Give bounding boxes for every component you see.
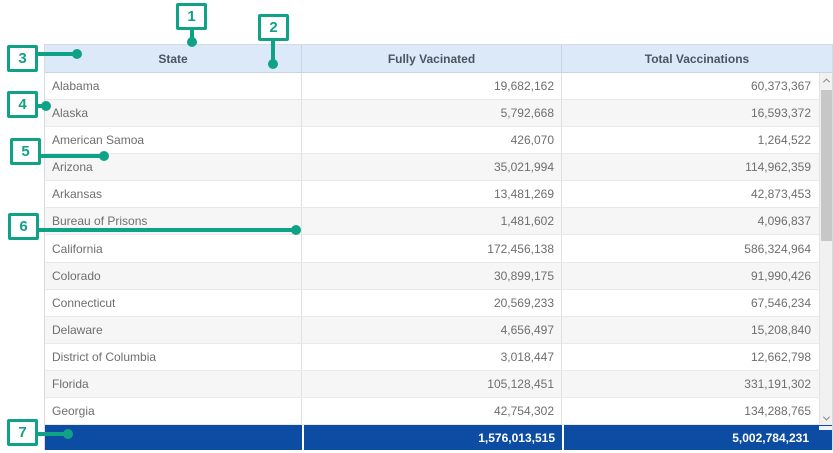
column-header-state[interactable]: State	[45, 45, 302, 72]
annotation-line-6	[38, 228, 294, 232]
chevron-up-icon	[823, 78, 830, 85]
column-header-fully-vacinated[interactable]: Fully Vacinated	[302, 45, 562, 72]
state-cell: Connecticut	[45, 290, 302, 316]
annotation-line-7	[38, 432, 66, 436]
totals-total-vaccinations-cell: 5,002,784,231	[562, 425, 832, 450]
table-row[interactable]: Alaska 5,792,668 16,593,372	[45, 100, 832, 127]
table-row[interactable]: California 172,456,138 586,324,964	[45, 235, 832, 262]
state-cell: Florida	[45, 371, 302, 397]
total-vaccinations-cell: 16,593,372	[562, 100, 820, 126]
total-vaccinations-cell: 1,264,522	[562, 127, 820, 153]
table-row[interactable]: Arkansas 13,481,269 42,873,453	[45, 181, 832, 208]
fully-vacinated-cell: 3,018,447	[302, 344, 562, 370]
fully-vacinated-cell: 13,481,269	[302, 181, 562, 207]
total-vaccinations-cell: 91,990,426	[562, 263, 820, 289]
state-cell: Arkansas	[45, 181, 302, 207]
fully-vacinated-cell: 1,481,602	[302, 208, 562, 234]
annotation-dot-7	[63, 429, 73, 439]
chevron-down-icon	[823, 413, 830, 420]
state-cell: Delaware	[45, 317, 302, 343]
table-row[interactable]: Colorado 30,899,175 91,990,426	[45, 263, 832, 290]
fully-vacinated-cell: 172,456,138	[302, 235, 562, 261]
annotation-dot-5	[99, 151, 109, 161]
totals-state-cell	[45, 425, 302, 450]
annotation-line-5	[40, 154, 102, 158]
annotation-callout-7: 7	[7, 419, 38, 446]
total-vaccinations-cell: 134,288,765	[562, 398, 820, 424]
total-vaccinations-cell: 586,324,964	[562, 235, 820, 261]
annotation-dot-1	[187, 37, 197, 47]
scrollbar-thumb[interactable]	[821, 90, 832, 241]
table-row[interactable]: Alabama 19,682,162 60,373,367	[45, 73, 832, 100]
annotation-dot-3	[72, 49, 82, 59]
total-vaccinations-cell: 12,662,798	[562, 344, 820, 370]
annotation-dot-4	[41, 101, 51, 111]
fully-vacinated-cell: 30,899,175	[302, 263, 562, 289]
table-header-row: State Fully Vacinated Total Vaccinations	[45, 45, 832, 73]
annotation-dot-2	[268, 59, 278, 69]
total-vaccinations-cell: 67,546,234	[562, 290, 820, 316]
fully-vacinated-cell: 19,682,162	[302, 73, 562, 99]
fully-vacinated-cell: 426,070	[302, 127, 562, 153]
scroll-down-button[interactable]	[820, 411, 833, 425]
fully-vacinated-cell: 4,656,497	[302, 317, 562, 343]
annotation-line-3	[37, 52, 77, 56]
annotation-callout-6: 6	[8, 213, 39, 240]
state-cell: District of Columbia	[45, 344, 302, 370]
total-vaccinations-cell: 15,208,840	[562, 317, 820, 343]
fully-vacinated-cell: 35,021,994	[302, 154, 562, 180]
state-cell: Alaska	[45, 100, 302, 126]
annotation-callout-3: 3	[7, 45, 38, 72]
total-vaccinations-cell: 4,096,837	[562, 208, 820, 234]
table-row[interactable]: Delaware 4,656,497 15,208,840	[45, 317, 832, 344]
column-header-total-vaccinations[interactable]: Total Vaccinations	[562, 45, 832, 72]
totals-fully-vacinated-cell: 1,576,013,515	[302, 425, 562, 450]
annotation-dot-6	[291, 225, 301, 235]
fully-vacinated-cell: 5,792,668	[302, 100, 562, 126]
annotation-callout-1: 1	[176, 3, 207, 30]
table-row[interactable]: Connecticut 20,569,233 67,546,234	[45, 290, 832, 317]
scroll-up-button[interactable]	[820, 73, 833, 87]
total-vaccinations-cell: 60,373,367	[562, 73, 820, 99]
table-row[interactable]: Georgia 42,754,302 134,288,765	[45, 398, 832, 425]
state-cell: American Samoa	[45, 127, 302, 153]
table-body: Alabama 19,682,162 60,373,367 Alaska 5,7…	[45, 73, 832, 425]
vertical-scrollbar[interactable]	[819, 73, 832, 425]
table-row[interactable]: District of Columbia 3,018,447 12,662,79…	[45, 344, 832, 371]
total-vaccinations-cell: 331,191,302	[562, 371, 820, 397]
table-row[interactable]: Arizona 35,021,994 114,962,359	[45, 154, 832, 181]
vaccinations-table: State Fully Vacinated Total Vaccinations…	[44, 44, 833, 450]
state-cell: Alabama	[45, 73, 302, 99]
state-cell: California	[45, 235, 302, 261]
annotation-callout-4: 4	[7, 91, 38, 118]
annotation-callout-5: 5	[10, 138, 41, 165]
fully-vacinated-cell: 20,569,233	[302, 290, 562, 316]
total-vaccinations-cell: 42,873,453	[562, 181, 820, 207]
state-cell: Arizona	[45, 154, 302, 180]
table-row[interactable]: Florida 105,128,451 331,191,302	[45, 371, 832, 398]
state-cell: Colorado	[45, 263, 302, 289]
screenshot-canvas: State Fully Vacinated Total Vaccinations…	[0, 0, 833, 453]
fully-vacinated-cell: 42,754,302	[302, 398, 562, 424]
total-vaccinations-cell: 114,962,359	[562, 154, 820, 180]
fully-vacinated-cell: 105,128,451	[302, 371, 562, 397]
state-cell: Georgia	[45, 398, 302, 424]
annotation-callout-2: 2	[258, 14, 289, 41]
totals-row: 1,576,013,515 5,002,784,231	[45, 425, 832, 450]
scrollbar-corner	[819, 426, 832, 430]
table-row[interactable]: American Samoa 426,070 1,264,522	[45, 127, 832, 154]
